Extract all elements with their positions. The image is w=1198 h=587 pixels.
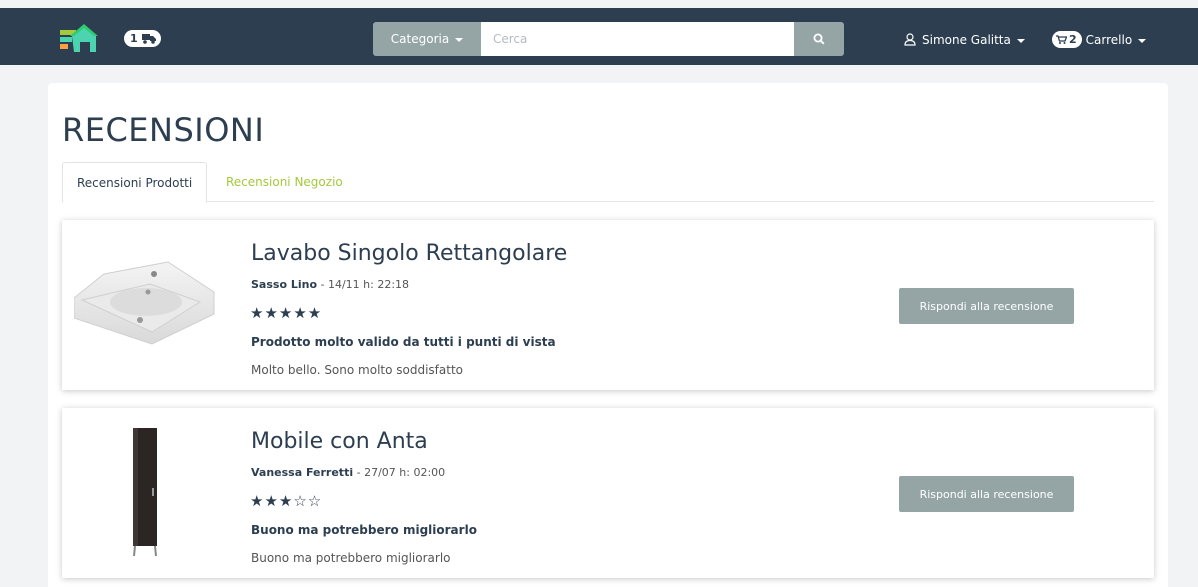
reviews-panel: RECENSIONI Recensioni Prodotti Recension… [48, 83, 1168, 587]
review-meta: Vanessa Ferretti - 27/07 h: 02:00 [251, 466, 445, 479]
user-name: Simone Galitta [922, 33, 1011, 47]
user-icon [904, 33, 916, 46]
rating-stars: ★★★☆☆ [250, 492, 323, 510]
orders-count: 1 [130, 32, 138, 45]
review-body: Buono ma potrebbero migliorarlo [251, 551, 451, 565]
tab-store-reviews[interactable]: Recensioni Negozio [212, 162, 357, 203]
review-body: Molto bello. Sono molto soddisfatto [251, 363, 464, 377]
review-time: h: 22:18 [363, 278, 410, 291]
product-name[interactable]: Mobile con Anta [251, 429, 428, 454]
orders-badge[interactable]: 1 [124, 30, 161, 47]
rating-stars: ★★★★★ [250, 304, 323, 322]
review-card: Mobile con Anta Vanessa Ferretti - 27/07… [62, 408, 1154, 578]
category-dropdown-button[interactable]: Categoria [373, 22, 481, 56]
review-title: Prodotto molto valido da tutti i punti d… [251, 335, 556, 349]
tab-product-reviews[interactable]: Recensioni Prodotti [62, 162, 208, 203]
review-author: Vanessa Ferretti [251, 466, 354, 479]
category-label: Categoria [390, 32, 450, 46]
review-author: Sasso Lino [251, 278, 317, 291]
review-title: Buono ma potrebbero migliorarlo [251, 523, 477, 537]
search-icon [813, 33, 825, 45]
review-date: - 14/11 [320, 278, 360, 291]
search-input[interactable] [481, 22, 794, 56]
review-card: Lavabo Singolo Rettangolare Sasso Lino -… [62, 220, 1154, 390]
review-time: h: 02:00 [399, 466, 446, 479]
product-name[interactable]: Lavabo Singolo Rettangolare [251, 241, 567, 266]
chevron-down-icon [455, 37, 464, 42]
user-menu-dropdown[interactable]: Simone Galitta [904, 30, 1025, 50]
cart-label: Carrello [1085, 33, 1133, 47]
store-logo-icon[interactable] [58, 22, 98, 54]
cart-count: 2 [1069, 33, 1077, 46]
chevron-down-icon [1016, 38, 1025, 43]
truck-icon [142, 34, 156, 44]
product-image-washbasin [74, 261, 215, 345]
reviews-tabs: Recensioni Prodotti Recensioni Negozio [62, 162, 1154, 203]
product-image-cabinet [133, 428, 157, 557]
reply-button[interactable]: Rispondi alla recensione [899, 288, 1074, 324]
page-title: RECENSIONI [62, 111, 265, 149]
reply-button[interactable]: Rispondi alla recensione [899, 476, 1074, 512]
search-button[interactable] [794, 22, 844, 56]
cart-badge: 2 [1052, 31, 1082, 48]
review-date: - 27/07 [356, 466, 396, 479]
navbar: 1 Categoria Simone Galitta 2 Car [0, 8, 1198, 65]
cart-icon [1056, 35, 1068, 44]
chevron-down-icon [1138, 38, 1147, 43]
review-meta: Sasso Lino - 14/11 h: 22:18 [251, 278, 409, 291]
cart-dropdown[interactable]: 2 Carrello [1052, 30, 1147, 50]
